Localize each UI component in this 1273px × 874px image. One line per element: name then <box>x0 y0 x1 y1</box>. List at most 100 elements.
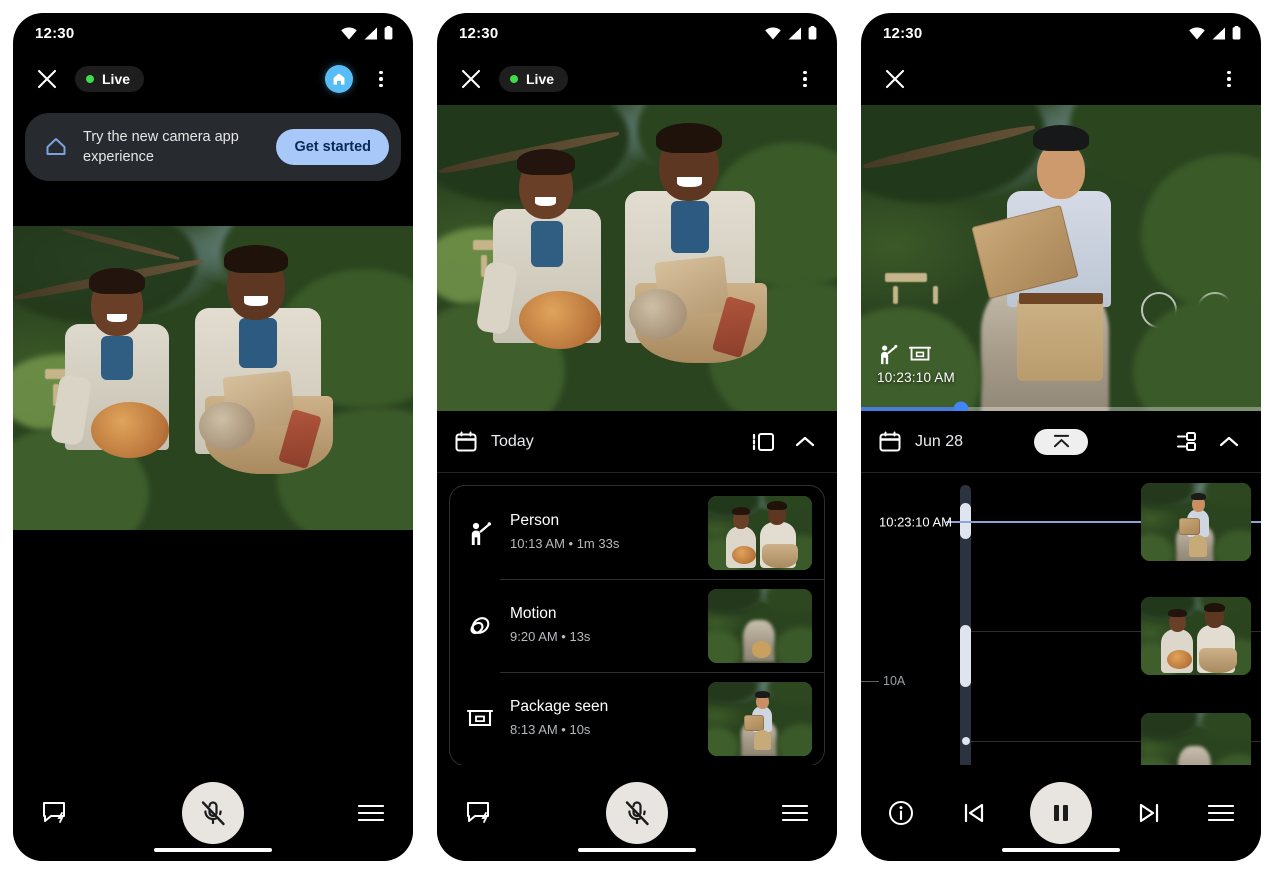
list-item[interactable]: Person 10:13 AM • 1m 33s <box>450 486 824 579</box>
event-title: Package seen <box>510 698 609 715</box>
menu-icon[interactable] <box>1205 797 1237 829</box>
overflow-menu-icon[interactable] <box>1215 65 1243 93</box>
status-time: 12:30 <box>459 24 499 42</box>
wifi-icon <box>341 27 357 39</box>
mic-off-icon <box>625 801 649 826</box>
signal-icon <box>788 27 801 39</box>
overflow-menu-icon[interactable] <box>367 65 395 93</box>
battery-icon <box>1232 26 1241 40</box>
close-icon[interactable] <box>33 65 61 93</box>
info-icon[interactable] <box>885 797 917 829</box>
timeline-view-icon[interactable] <box>749 428 777 456</box>
filter-icon[interactable] <box>1173 428 1201 456</box>
close-icon[interactable] <box>457 65 485 93</box>
pause-button[interactable] <box>1030 782 1092 844</box>
timeline-segment-dot[interactable] <box>961 737 970 745</box>
live-status-pill[interactable]: Live <box>499 66 569 92</box>
signal-icon <box>1212 27 1225 39</box>
video-detection-chips <box>877 342 955 366</box>
battery-icon <box>384 26 393 40</box>
jump-to-top-icon <box>1052 433 1071 450</box>
chevron-up-icon[interactable] <box>791 428 819 456</box>
menu-icon[interactable] <box>355 797 387 829</box>
phone-panel-history: 12:30 10:23:10 AM Jun 28 10:23:10 AM 10A <box>861 13 1261 861</box>
event-thumbnail[interactable] <box>708 588 812 663</box>
close-icon[interactable] <box>881 65 909 93</box>
live-label: Live <box>526 71 555 87</box>
jump-to-top-button[interactable] <box>1034 428 1088 455</box>
event-title: Person <box>510 512 560 529</box>
app-bar-1: Live <box>13 53 413 105</box>
home-icon[interactable] <box>325 65 353 93</box>
video-overlay-info: 10:23:10 AM <box>877 342 955 385</box>
overflow-menu-icon[interactable] <box>791 65 819 93</box>
chevron-up-icon[interactable] <box>1215 428 1243 456</box>
status-bar-1: 12:30 <box>13 13 413 53</box>
talk-back-icon[interactable] <box>39 797 71 829</box>
timeline-playhead-label: 10:23:10 AM <box>879 514 952 530</box>
package-icon <box>909 344 931 365</box>
signal-icon <box>364 27 377 39</box>
calendar-icon <box>879 431 901 453</box>
timeline-segment[interactable] <box>960 625 971 687</box>
promo-text: Try the new camera app experience <box>83 129 239 165</box>
event-subtitle: 10:13 AM • 1m 33s <box>510 536 620 551</box>
package-icon <box>466 707 494 731</box>
history-sheet-header: Jun 28 <box>861 411 1261 473</box>
scrubber-handle[interactable] <box>953 401 969 411</box>
mic-mute-button[interactable] <box>182 782 244 844</box>
home-indicator-1 <box>154 848 272 852</box>
thumb-delivery-person <box>708 681 812 756</box>
live-status-pill[interactable]: Live <box>75 66 145 92</box>
events-sheet-header: Today <box>437 411 837 473</box>
video-timestamp: 10:23:10 AM <box>877 370 956 385</box>
history-video-player[interactable]: 10:23:10 AM <box>861 105 1261 411</box>
motion-icon <box>466 613 494 639</box>
wifi-icon <box>765 27 781 39</box>
event-thumbnail[interactable] <box>708 681 812 756</box>
live-label: Live <box>102 71 131 87</box>
list-item[interactable]: Package seen 8:13 AM • 10s <box>450 672 824 765</box>
event-meta: Package seen 8:13 AM • 10s <box>510 698 692 739</box>
event-subtitle: 8:13 AM • 10s <box>510 722 591 737</box>
live-video-feed-1[interactable] <box>13 226 413 530</box>
event-title: Motion <box>510 605 557 622</box>
history-timeline[interactable]: 10:23:10 AM 10A <box>861 473 1261 790</box>
event-meta: Motion 9:20 AM • 13s <box>510 605 692 646</box>
phone-panel-live-promo: 12:30 Live Try the new camera app experi… <box>13 13 413 861</box>
skip-previous-icon[interactable] <box>958 797 990 829</box>
event-meta: Person 10:13 AM • 1m 33s <box>510 512 692 553</box>
status-bar-2: 12:30 <box>437 13 837 53</box>
timeline-thumbnail[interactable] <box>1141 597 1251 675</box>
status-icons <box>341 26 393 40</box>
talk-back-icon[interactable] <box>463 797 495 829</box>
person-icon <box>466 519 494 547</box>
event-thumbnail[interactable] <box>708 495 812 570</box>
wifi-icon <box>1189 27 1205 39</box>
menu-icon[interactable] <box>779 797 811 829</box>
status-icons <box>765 26 817 40</box>
mic-off-icon <box>201 801 225 826</box>
live-dot-icon <box>510 75 518 83</box>
timeline-hour-label: 10A <box>883 674 906 688</box>
thumb-two-men-with-pie <box>1141 597 1251 675</box>
list-item[interactable]: Motion 9:20 AM • 13s <box>450 579 824 672</box>
bottom-bar-1 <box>13 765 413 861</box>
timeline-hour-tick <box>861 681 879 682</box>
video-scene-two-men <box>437 105 837 411</box>
live-video-feed-2[interactable] <box>437 105 837 411</box>
nest-home-icon <box>43 134 69 160</box>
promo-banner[interactable]: Try the new camera app experience Get st… <box>25 113 401 181</box>
thumb-delivery-person <box>1141 483 1251 561</box>
status-time: 12:30 <box>35 24 75 42</box>
status-bar-3: 12:30 <box>861 13 1261 53</box>
calendar-icon <box>455 431 477 453</box>
bottom-bar-2 <box>437 765 837 861</box>
get-started-button[interactable]: Get started <box>276 129 389 165</box>
event-subtitle: 9:20 AM • 13s <box>510 629 591 644</box>
timeline-thumbnail[interactable] <box>1141 483 1251 561</box>
event-list: Person 10:13 AM • 1m 33s Motion 9:20 AM … <box>449 485 825 766</box>
mic-mute-button[interactable] <box>606 782 668 844</box>
skip-next-icon[interactable] <box>1133 797 1165 829</box>
battery-icon <box>808 26 817 40</box>
